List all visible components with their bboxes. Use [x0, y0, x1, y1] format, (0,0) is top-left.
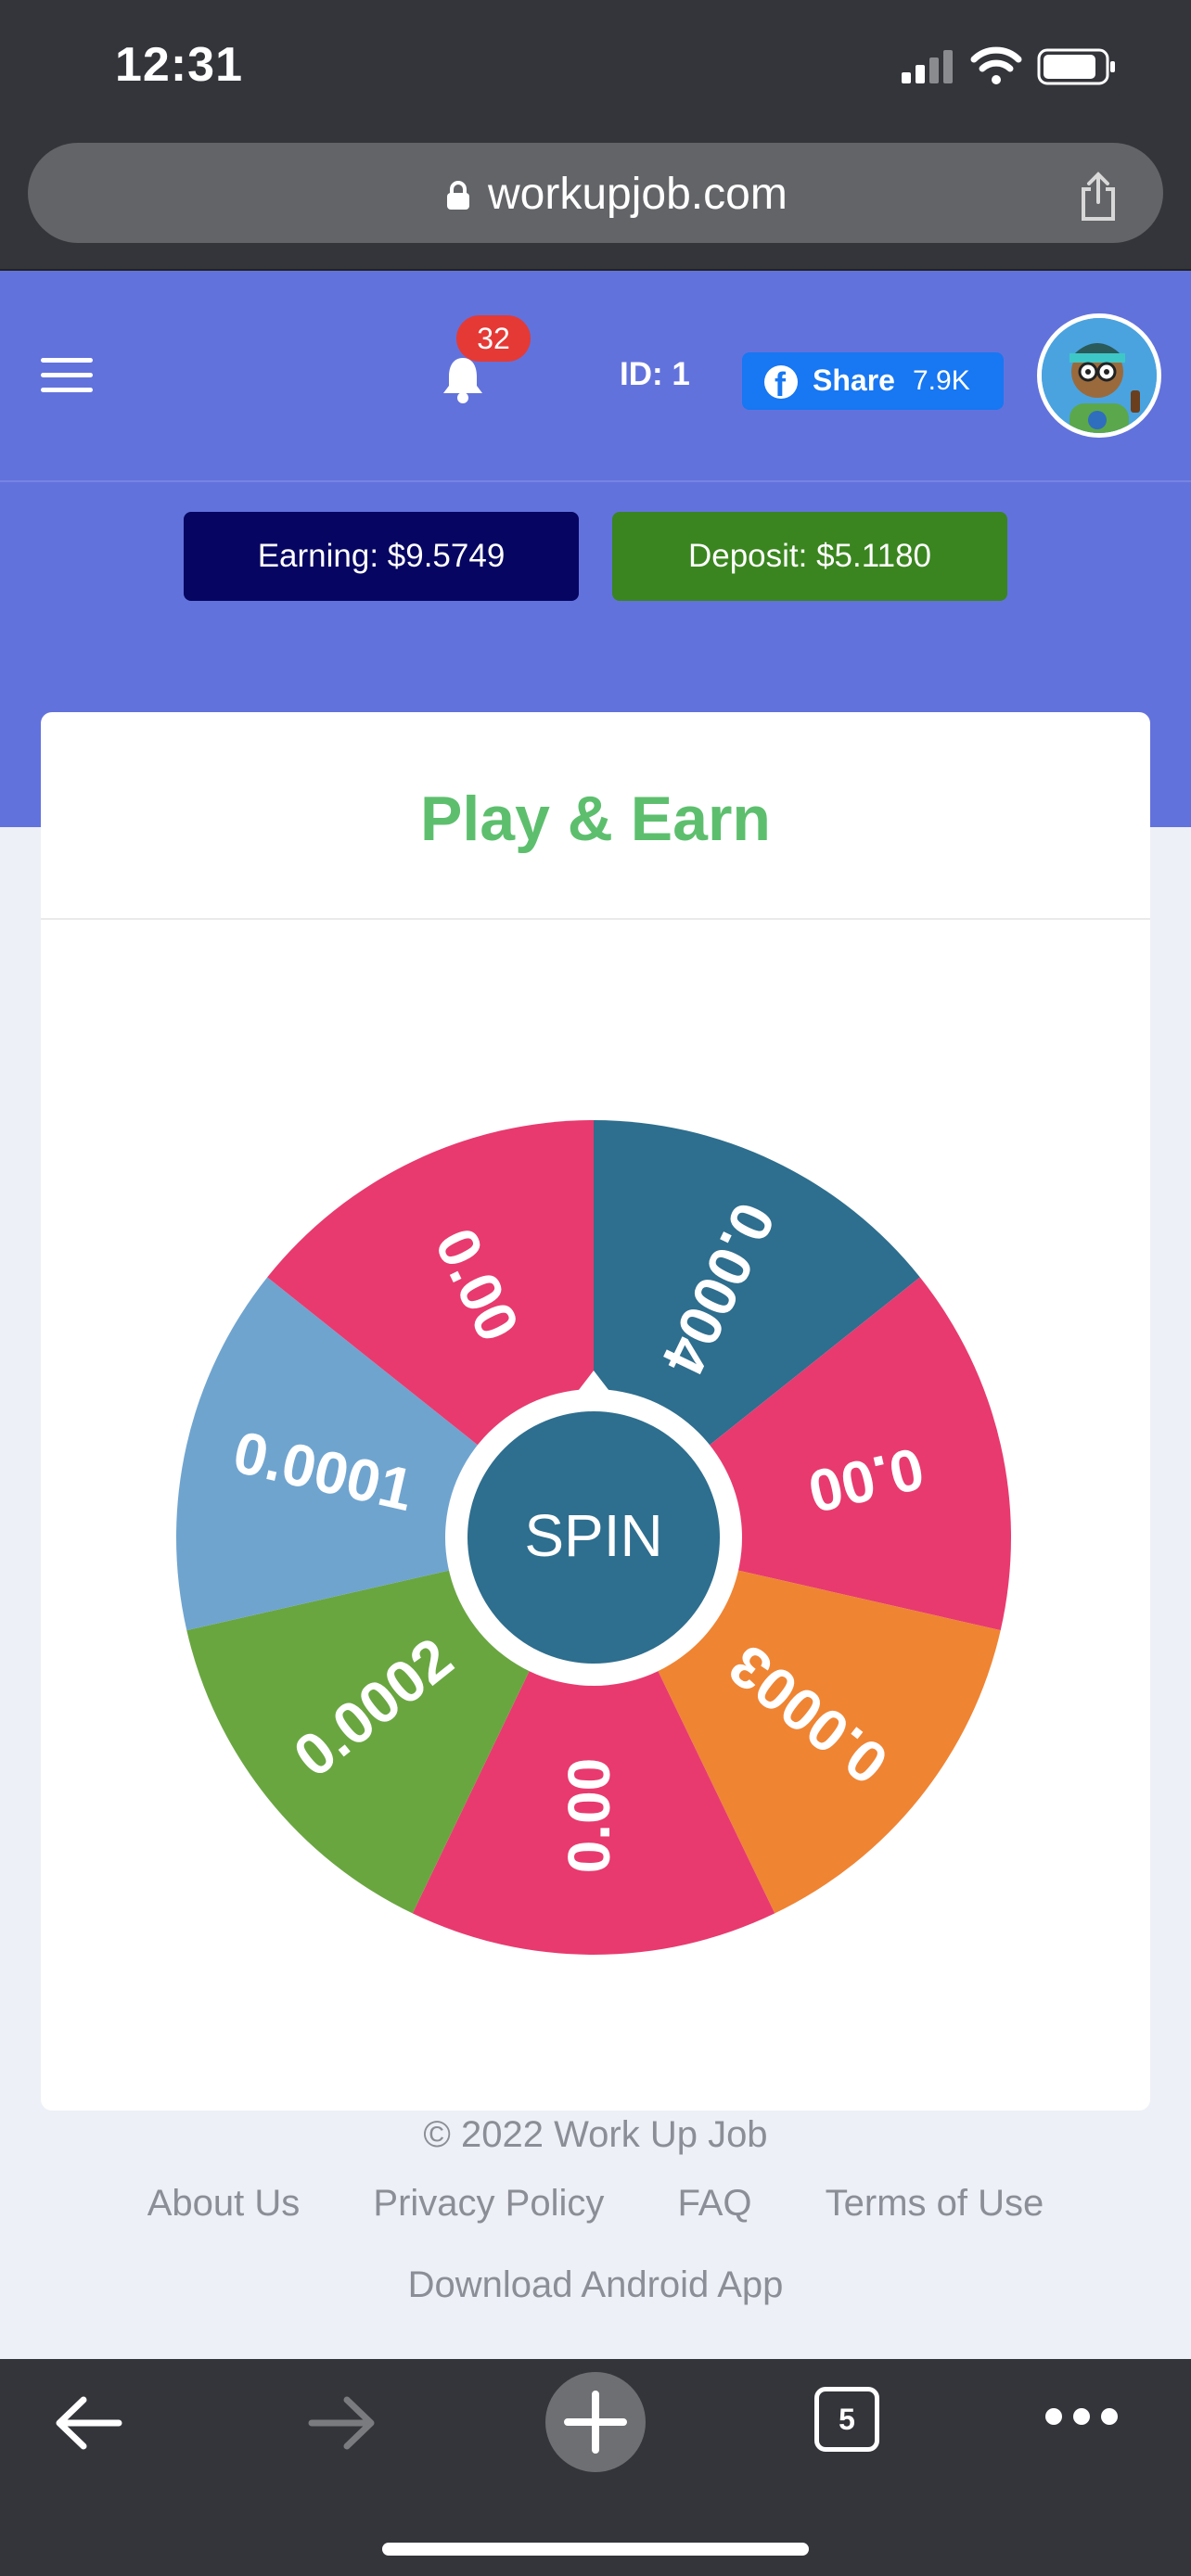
new-tab-button[interactable] — [545, 2372, 646, 2472]
hamburger-menu-icon[interactable] — [41, 358, 93, 395]
deposit-badge: Deposit: $5.1180 — [612, 512, 1007, 601]
copyright: © 2022 Work Up Job — [423, 2114, 768, 2155]
spin-wheel[interactable]: 0.00040.000.00030.000.00020.00010.00 SPI… — [176, 1120, 1011, 1955]
bottom-toolbar: 5 — [0, 2359, 1191, 2576]
spin-label: SPIN — [524, 1502, 662, 1569]
faq-link[interactable]: FAQ — [677, 2183, 751, 2224]
lock-icon — [447, 181, 469, 210]
download-android-app-link[interactable]: Download Android App — [0, 2264, 1191, 2306]
url-bar[interactable]: workupjob.com — [28, 143, 1163, 243]
status-time: 12:31 — [115, 38, 243, 92]
wheel-segment-label: 0.00 — [556, 1758, 622, 1874]
battery-icon — [1037, 48, 1115, 85]
url-text: workupjob.com — [488, 170, 788, 219]
browser-chrome: workupjob.com — [0, 130, 1191, 271]
about-us-link[interactable]: About Us — [147, 2183, 301, 2224]
signal-icon — [902, 50, 953, 83]
notification-badge: 32 — [456, 315, 531, 362]
game-card: Play & Earn 0.0004 0.00 0.0003 0.00 0.0002 0.… — [41, 712, 1150, 2111]
facebook-share-button[interactable]: f Share 7.9K — [742, 352, 1004, 410]
tabs-button[interactable]: 5 — [814, 2387, 879, 2452]
share-count: 7.9K — [913, 365, 970, 396]
avatar-illustration — [1042, 318, 1157, 433]
more-icon[interactable] — [1043, 2405, 1121, 2428]
terms-of-use-link[interactable]: Terms of Use — [826, 2183, 1044, 2224]
earning-badge: Earning: $9.5749 — [184, 512, 579, 601]
card-title: Play & Earn — [420, 784, 771, 854]
share-icon[interactable] — [1076, 171, 1121, 223]
home-indicator — [382, 2543, 809, 2556]
plus-icon — [564, 2391, 627, 2454]
status-bar: 12:31 — [0, 0, 1191, 130]
footer-links: About Us Privacy Policy FAQ Terms of Use — [0, 2183, 1191, 2225]
share-label: Share — [813, 363, 895, 397]
top-nav: 32 ID: 1 f Share 7.9K — [0, 271, 1191, 482]
forward-arrow-icon[interactable] — [304, 2391, 378, 2455]
user-id: ID: 1 — [620, 356, 690, 392]
privacy-policy-link[interactable]: Privacy Policy — [373, 2183, 604, 2224]
card-header: Play & Earn — [41, 712, 1150, 920]
wifi-icon — [970, 46, 1022, 84]
avatar[interactable] — [1037, 313, 1161, 438]
back-arrow-icon[interactable] — [52, 2391, 126, 2455]
facebook-icon: f — [764, 365, 798, 403]
